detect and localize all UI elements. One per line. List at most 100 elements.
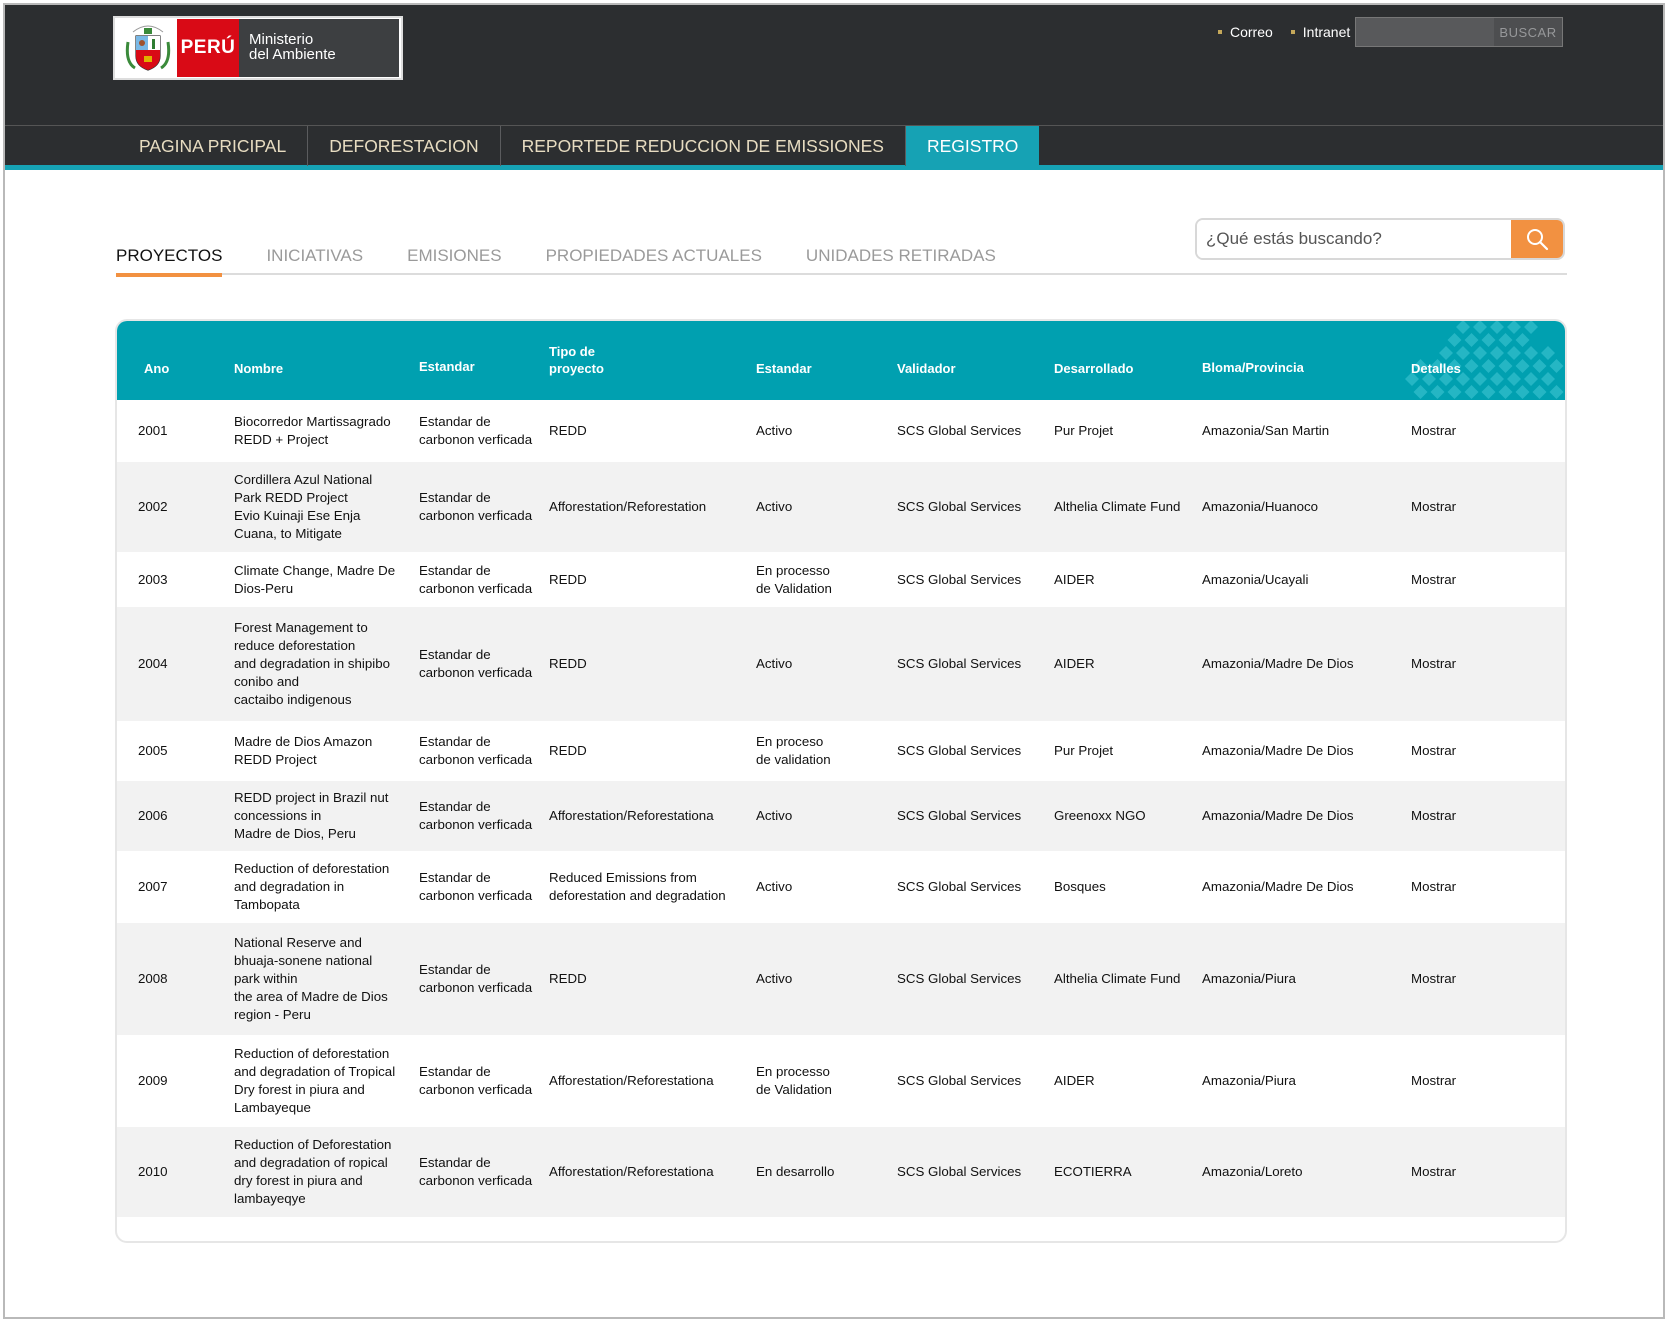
link-correo-label: Correo — [1230, 24, 1273, 40]
tab-emisiones[interactable]: EMISIONES — [407, 237, 501, 275]
cell-tipo: REDD — [549, 971, 587, 986]
table-row: 2006 REDD project in Brazil nut concessio… — [117, 781, 1565, 851]
col-ano: Ano — [144, 361, 170, 376]
cell-ano: 2005 — [138, 743, 168, 758]
cell-validador: SCS Global Services — [897, 1073, 1022, 1088]
cell-status: Activo — [756, 499, 793, 514]
top-links: Correo Intranet — [1218, 24, 1350, 40]
cell-nombre: REDD project in Brazil nut concessions i… — [234, 790, 389, 841]
cell-nombre: Forest Management to reduce deforestatio… — [234, 620, 390, 707]
table-row: 2008 National Reserve and bhuaja-sonene n… — [117, 923, 1565, 1035]
mostrar-link[interactable]: Mostrar — [1411, 655, 1456, 673]
cell-tipo: Reduced Emissions from deforestation and… — [549, 870, 726, 903]
cell-validador: SCS Global Services — [897, 743, 1022, 758]
search-button[interactable] — [1511, 220, 1563, 258]
mostrar-link[interactable]: Mostrar — [1411, 571, 1456, 589]
cell-ano: 2001 — [138, 423, 168, 438]
mostrar-link[interactable]: Mostrar — [1411, 970, 1456, 988]
cell-bioma: Amazonia/Piura — [1202, 1073, 1296, 1088]
cell-tipo: REDD — [549, 743, 587, 758]
cell-nombre: National Reserve and bhuaja-sonene natio… — [234, 935, 388, 1022]
cell-bioma: Amazonia/Madre De Dios — [1202, 656, 1354, 671]
ministry-line-1: Ministerio — [249, 31, 314, 48]
search-input[interactable] — [1197, 220, 1511, 258]
mostrar-link[interactable]: Mostrar — [1411, 742, 1456, 760]
cell-estandar: Estandar de carbonon verficada — [419, 1064, 533, 1097]
top-header: PERÚ Ministerio del Ambiente Correo Intr… — [5, 5, 1663, 125]
cell-desarrollado: Althelia Climate Fund — [1054, 971, 1181, 986]
cell-ano: 2004 — [138, 656, 168, 671]
col-nombre: Nombre — [234, 361, 284, 376]
peru-wordmark: PERÚ — [177, 19, 239, 77]
cell-ano: 2007 — [138, 879, 168, 894]
nav-pagina-principal[interactable]: PAGINA PRICIPAL — [113, 126, 309, 166]
col-detalles: Detalles — [1411, 361, 1461, 376]
cell-desarrollado: Pur Projet — [1054, 743, 1114, 758]
cell-bioma: Amazonia/Madre De Dios — [1202, 879, 1354, 894]
mostrar-link[interactable]: Mostrar — [1411, 1072, 1456, 1090]
cell-bioma: Amazonia/Madre De Dios — [1202, 743, 1354, 758]
cell-ano: 2008 — [138, 971, 168, 986]
cell-status: En processo de Validation — [756, 563, 832, 596]
mostrar-link[interactable]: Mostrar — [1411, 807, 1456, 825]
cell-ano: 2010 — [138, 1164, 168, 1179]
cell-bioma: Amazonia/Loreto — [1202, 1164, 1303, 1179]
mostrar-link[interactable]: Mostrar — [1411, 878, 1456, 896]
main-nav: PAGINA PRICIPAL DEFORESTACION REPORTEDE … — [5, 125, 1663, 170]
nav-registro[interactable]: REGISTRO — [905, 126, 1040, 166]
cell-estandar: Estandar de carbonon verficada — [419, 734, 533, 767]
cell-validador: SCS Global Services — [897, 572, 1022, 587]
cell-status: En proceso de validation — [756, 734, 831, 767]
cell-nombre: Biocorredor Martissagrado REDD + Project — [234, 414, 391, 447]
nav-reporte-emisiones[interactable]: REPORTEDE REDUCCION DE EMISSIONES — [501, 126, 906, 166]
table-row: 2001 Biocorredor Martissagrado REDD + Pro… — [117, 400, 1565, 462]
col-bioma-provincia: Bloma/Provincia — [1202, 360, 1304, 375]
cell-validador: SCS Global Services — [897, 499, 1022, 514]
cell-estandar: Estandar de carbonon verficada — [419, 799, 533, 832]
cell-desarrollado: AIDER — [1054, 656, 1095, 671]
tab-unidades-retiradas[interactable]: UNIDADES RETIRADAS — [806, 237, 996, 275]
nav-deforestacion[interactable]: DEFORESTACION — [308, 126, 501, 166]
cell-desarrollado: Bosques — [1054, 879, 1106, 894]
mostrar-link[interactable]: Mostrar — [1411, 1163, 1456, 1181]
cell-desarrollado: ECOTIERRA — [1054, 1164, 1132, 1179]
cell-ano: 2002 — [138, 499, 168, 514]
cell-estandar: Estandar de carbonon verficada — [419, 414, 533, 447]
tab-iniciativas[interactable]: INICIATIVAS — [266, 237, 363, 275]
cell-nombre: Climate Change, Madre De Dios-Peru — [234, 563, 396, 596]
table-row: 2002 Cordillera Azul National Park REDD P… — [117, 462, 1565, 552]
cell-validador: SCS Global Services — [897, 971, 1022, 986]
table-row: 2004 Forest Management to reduce deforest… — [117, 607, 1565, 721]
cell-tipo: Afforestation/Reforestationa — [549, 1164, 714, 1179]
coat-of-arms-icon — [119, 19, 177, 77]
cell-nombre: Madre de Dios Amazon REDD Project — [234, 734, 373, 767]
cell-tipo: Afforestation/Reforestationa — [549, 808, 714, 823]
cell-validador: SCS Global Services — [897, 879, 1022, 894]
tab-proyectos[interactable]: PROYECTOS — [116, 237, 223, 277]
header-search-button[interactable]: BUSCAR — [1494, 18, 1562, 46]
mostrar-link[interactable]: Mostrar — [1411, 498, 1456, 516]
cell-bioma: Amazonia/San Martin — [1202, 423, 1330, 438]
cell-bioma: Amazonia/Huanoco — [1202, 499, 1319, 514]
ministry-logo[interactable]: PERÚ Ministerio del Ambiente — [113, 16, 403, 80]
bullet-icon — [1218, 30, 1222, 34]
col-validador: Validador — [897, 361, 956, 376]
link-correo[interactable]: Correo — [1218, 24, 1273, 40]
cell-desarrollado: AIDER — [1054, 572, 1095, 587]
col-desarrollado: Desarrollado — [1054, 361, 1134, 376]
cell-tipo: REDD — [549, 423, 587, 438]
table-row: 2010 Reduction of Deforestation and degra… — [117, 1127, 1565, 1217]
cell-validador: SCS Global Services — [897, 1164, 1022, 1179]
header-search-input[interactable] — [1356, 18, 1494, 46]
table-row: 2007 Reduction of deforestation and degra… — [117, 851, 1565, 923]
mostrar-link[interactable]: Mostrar — [1411, 422, 1456, 440]
cell-bioma: Amazonia/Piura — [1202, 971, 1296, 986]
bullet-icon — [1290, 30, 1295, 34]
cell-tipo: Afforestation/Reforestation — [549, 499, 707, 514]
link-intranet[interactable]: Intranet — [1290, 24, 1350, 40]
cell-nombre: Reduction of Deforestation and degradati… — [234, 1137, 392, 1206]
cell-status: Activo — [756, 808, 793, 823]
tab-propiedades-actuales[interactable]: PROPIEDADES ACTUALES — [546, 237, 762, 275]
table-row: 2009 Reduction of deforestation and degra… — [117, 1035, 1565, 1127]
ministry-name: Ministerio del Ambiente — [239, 19, 399, 77]
